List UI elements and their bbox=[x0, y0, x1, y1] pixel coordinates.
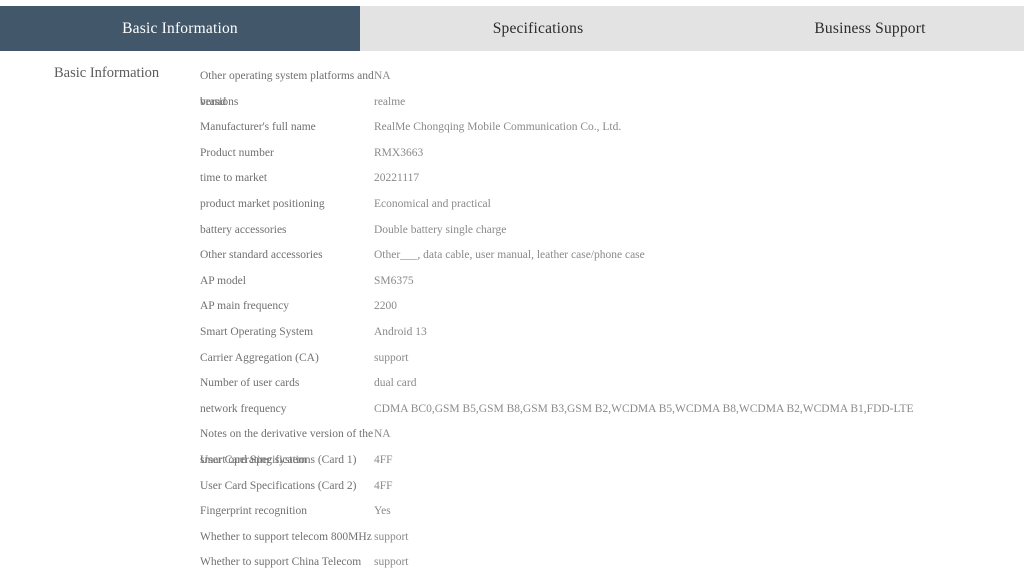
tab-specifications-label: Specifications bbox=[492, 19, 584, 37]
table-row: product market positioning Economical an… bbox=[200, 192, 1020, 218]
row-value: CDMA BC0,GSM B5,GSM B8,GSM B3,GSM B2,WCD… bbox=[374, 402, 914, 415]
table-row: User Card Specifications (Card 1) smart … bbox=[200, 448, 1020, 474]
table-row: AP main frequency 2200 bbox=[200, 294, 1020, 320]
row-value: Double battery single charge bbox=[374, 223, 507, 236]
table-row: User Card Specifications (Card 2) 4FF bbox=[200, 474, 1020, 500]
row-label: Carrier Aggregation (CA) bbox=[200, 351, 319, 364]
row-label: Other standard accessories bbox=[200, 249, 323, 262]
row-label: Manufacturer's full name bbox=[200, 121, 316, 134]
tab-basic-information[interactable]: Basic Information bbox=[0, 6, 360, 51]
table-row: Whether to support China Telecom support bbox=[200, 550, 1020, 576]
table-row: Carrier Aggregation (CA) support bbox=[200, 346, 1020, 372]
table-row: Fingerprint recognition Yes bbox=[200, 499, 1020, 525]
row-label: time to market bbox=[200, 172, 268, 185]
row-value: Yes bbox=[374, 505, 391, 518]
row-value: Other___, data cable, user manual, leath… bbox=[374, 249, 645, 262]
row-label: Number of user cards bbox=[200, 377, 300, 390]
tab-specifications[interactable]: Specifications bbox=[360, 6, 716, 51]
row-label: product market positioning bbox=[200, 197, 325, 210]
tab-basic-information-label: Basic Information bbox=[122, 19, 238, 37]
table-row: time to market 20221117 bbox=[200, 166, 1020, 192]
table-row: AP model SM6375 bbox=[200, 269, 1020, 295]
row-label: Other operating system platforms and bbox=[200, 70, 374, 82]
row-value: support bbox=[374, 530, 409, 543]
table-row: Notes on the derivative version of the N… bbox=[200, 422, 1020, 448]
row-value: Economical and practical bbox=[374, 197, 491, 210]
row-value: RealMe Chongqing Mobile Communication Co… bbox=[374, 121, 622, 134]
row-label: Whether to support telecom 800MHz bbox=[200, 530, 372, 543]
row-label: Notes on the derivative version of the bbox=[200, 428, 374, 441]
row-label: battery accessories bbox=[200, 223, 287, 236]
spec-table-panel: Basic Information Other operating system… bbox=[0, 51, 1024, 568]
row-label: Fingerprint recognition bbox=[200, 505, 307, 518]
table-row: brand versions realme bbox=[200, 90, 1020, 116]
row-label: AP main frequency bbox=[200, 300, 289, 313]
row-label: Product number bbox=[200, 146, 274, 159]
table-row: Other standard accessories Other___, dat… bbox=[200, 243, 1020, 269]
spec-rows: Other operating system platforms and NA … bbox=[200, 64, 1020, 576]
table-row: Whether to support telecom 800MHz suppor… bbox=[200, 525, 1020, 551]
row-label: network frequency bbox=[200, 402, 287, 415]
row-value: RMX3663 bbox=[374, 146, 424, 159]
row-value: NA bbox=[374, 70, 391, 82]
row-label: Smart Operating System bbox=[200, 325, 314, 338]
row-label: brand bbox=[200, 95, 227, 108]
table-row: network frequency CDMA BC0,GSM B5,GSM B8… bbox=[200, 397, 1020, 423]
row-value: 4FF bbox=[374, 479, 393, 492]
row-value: support bbox=[374, 556, 409, 569]
table-row: Smart Operating System Android 13 bbox=[200, 320, 1020, 346]
row-value: dual card bbox=[374, 377, 417, 390]
row-value: 2200 bbox=[374, 300, 397, 313]
tab-business-support-label: Business Support bbox=[814, 19, 926, 37]
table-row: Manufacturer's full name RealMe Chongqin… bbox=[200, 115, 1020, 141]
row-label: Whether to support China Telecom bbox=[200, 556, 362, 569]
table-row: Other operating system platforms and NA bbox=[200, 64, 1020, 90]
row-value: SM6375 bbox=[374, 274, 414, 287]
table-row: battery accessories Double battery singl… bbox=[200, 218, 1020, 244]
table-row: Number of user cards dual card bbox=[200, 371, 1020, 397]
tab-business-support[interactable]: Business Support bbox=[716, 6, 1024, 51]
row-value: realme bbox=[374, 95, 406, 108]
row-value: 20221117 bbox=[374, 172, 420, 185]
row-label: AP model bbox=[200, 274, 246, 287]
section-title: Basic Information bbox=[54, 65, 160, 81]
row-value: NA bbox=[374, 428, 391, 441]
row-label: User Card Specifications (Card 1) bbox=[200, 453, 357, 466]
row-value: 4FF bbox=[374, 453, 393, 466]
table-row: Product number RMX3663 bbox=[200, 141, 1020, 167]
tab-bar: Basic Information Specifications Busines… bbox=[0, 6, 1024, 51]
row-label: User Card Specifications (Card 2) bbox=[200, 479, 357, 492]
row-value: support bbox=[374, 351, 409, 364]
row-value: Android 13 bbox=[374, 325, 427, 338]
